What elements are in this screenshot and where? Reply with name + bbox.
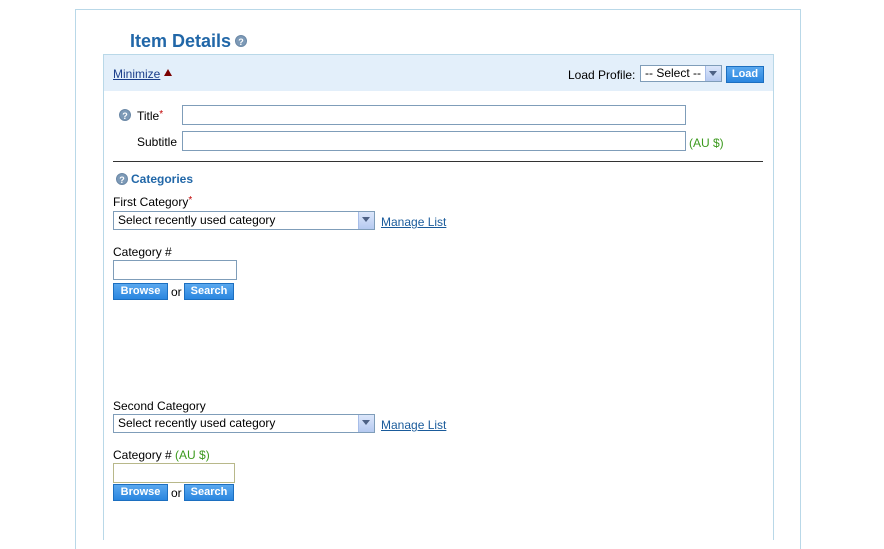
first-category-number-label: Category # (113, 245, 172, 259)
first-category-select-value: Select recently used category (118, 213, 276, 227)
second-category-currency: (AU $) (175, 448, 210, 462)
required-asterisk: * (159, 109, 164, 120)
second-browse-button[interactable]: Browse (113, 484, 168, 501)
or-text: or (171, 486, 182, 500)
second-search-button[interactable]: Search (184, 484, 234, 501)
second-category-select-value: Select recently used category (118, 416, 276, 430)
categories-heading: ? Categories (116, 172, 193, 186)
categories-heading-text: Categories (131, 172, 194, 186)
subtitle-currency: (AU $) (689, 136, 724, 150)
subtitle-input[interactable] (182, 131, 686, 151)
load-profile-select-value: -- Select -- (645, 66, 702, 80)
first-category-label-text: First Category (113, 195, 189, 209)
second-manage-list-link[interactable]: Manage List (381, 418, 446, 432)
second-category-number-input[interactable] (113, 463, 235, 483)
page-title-text: Item Details (130, 31, 232, 51)
second-category-select[interactable]: Select recently used category (113, 414, 375, 433)
load-profile-select[interactable]: -- Select -- (640, 65, 722, 82)
second-category-number-label: Category # (AU $) (113, 448, 210, 462)
title-input[interactable] (182, 105, 686, 125)
load-button[interactable]: Load (726, 66, 764, 83)
dropdown-arrow-icon[interactable] (358, 415, 374, 432)
collapse-triangle-icon[interactable] (164, 69, 172, 76)
minimize-link[interactable]: Minimize (113, 67, 160, 81)
page-title: Item Details? (130, 31, 248, 52)
second-category-label: Second Category (113, 399, 206, 413)
load-profile-label: Load Profile: (568, 68, 636, 82)
help-icon[interactable]: ? (235, 35, 248, 48)
subtitle-label: Subtitle (137, 135, 178, 149)
first-category-label: First Category* (113, 195, 192, 209)
first-category-number-input[interactable] (113, 260, 237, 280)
title-label: Title* (137, 109, 163, 123)
or-text: or (171, 285, 182, 299)
section-divider (113, 161, 763, 162)
first-category-select[interactable]: Select recently used category (113, 211, 375, 230)
dropdown-arrow-icon[interactable] (705, 66, 721, 81)
title-help-icon[interactable]: ? (119, 109, 131, 121)
first-manage-list-link[interactable]: Manage List (381, 215, 446, 229)
first-search-button[interactable]: Search (184, 283, 234, 300)
required-asterisk: * (188, 195, 193, 206)
first-browse-button[interactable]: Browse (113, 283, 168, 300)
categories-help-icon[interactable]: ? (116, 172, 128, 185)
second-category-number-label-text: Category # (113, 448, 172, 462)
dropdown-arrow-icon[interactable] (358, 212, 374, 229)
title-label-text: Title (137, 109, 160, 123)
